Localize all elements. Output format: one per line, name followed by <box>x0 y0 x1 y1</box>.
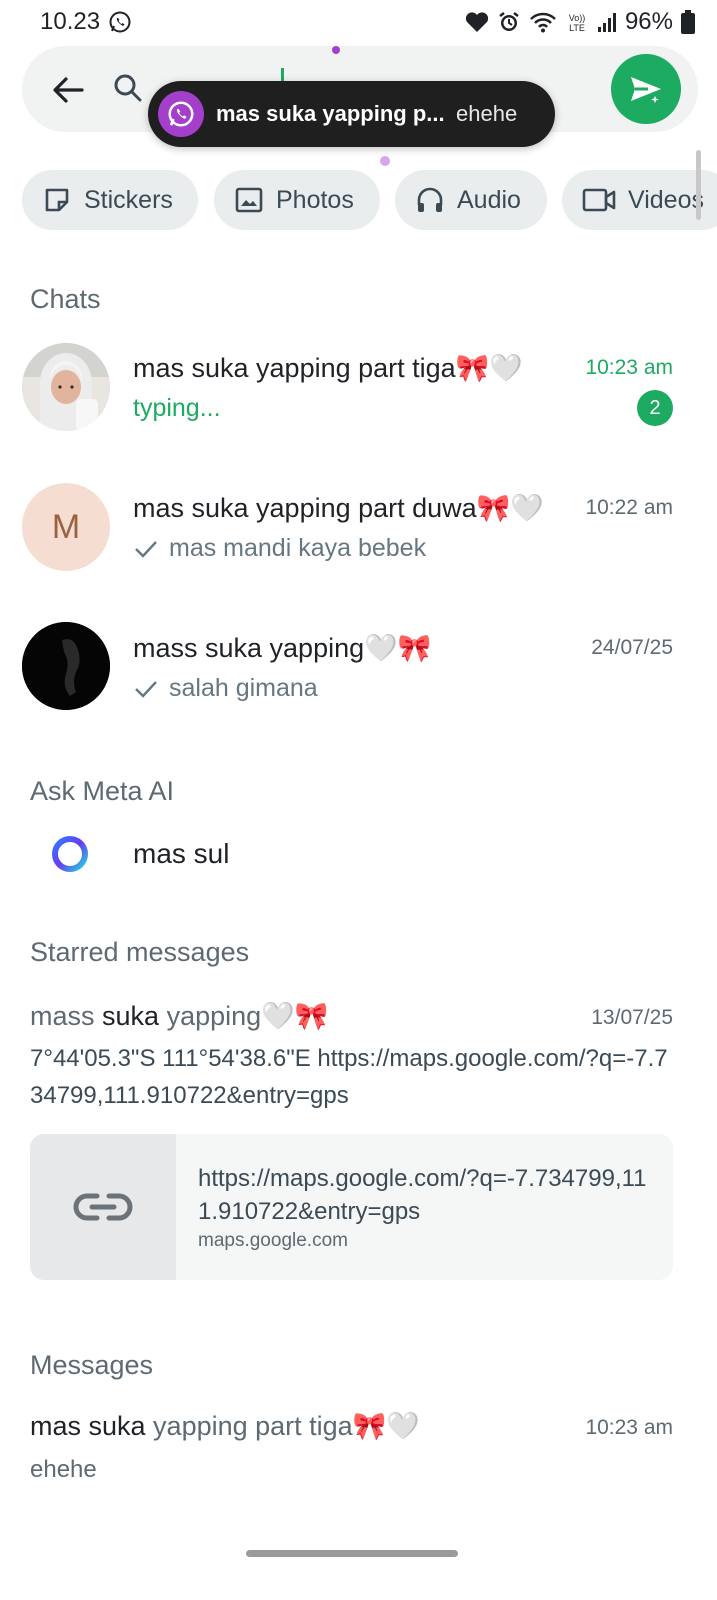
chat-name: mas suka yapping part tiga🎀🤍 <box>133 353 523 383</box>
video-icon <box>582 188 616 212</box>
link-icon <box>73 1193 133 1221</box>
chip-photos[interactable]: Photos <box>214 170 380 230</box>
status-icons: Vo)) LTE 96% <box>465 8 695 36</box>
section-header-chats: Chats <box>30 284 101 314</box>
sender-match: suka <box>102 1001 160 1031</box>
sender-part: yapping🤍🎀 <box>159 1001 329 1031</box>
message-time: 10:23 am <box>585 1416 673 1439</box>
photo-icon <box>235 187 263 213</box>
home-indicator[interactable] <box>246 1550 458 1557</box>
sender-part: mass <box>30 1001 103 1031</box>
link-url: https://maps.google.com/?q=-7.734799,111… <box>198 1165 647 1225</box>
svg-text:Vo)): Vo)) <box>569 13 586 23</box>
section-header-messages: Messages <box>30 1350 154 1380</box>
avatar <box>22 622 110 710</box>
chat-last-message: mas mandi kaya bebek <box>169 534 427 562</box>
link-thumbnail <box>30 1134 176 1280</box>
avatar-photo <box>22 622 110 710</box>
meta-ai-icon <box>52 836 88 872</box>
signal-icon <box>597 13 616 32</box>
link-domain: maps.google.com <box>198 1230 348 1251</box>
meta-ai-query: mas sul <box>133 838 230 869</box>
alarm-icon <box>499 12 519 31</box>
unread-badge: 2 <box>637 390 673 426</box>
chat-time: 10:22 am <box>585 496 673 519</box>
chip-audio[interactable]: Audio <box>395 170 547 230</box>
send-ai-button[interactable] <box>611 54 681 124</box>
chat-time: 10:23 am <box>585 356 673 379</box>
send-sparkle-icon <box>631 77 663 107</box>
chat-preview: mas mandi kaya bebek <box>133 534 426 563</box>
headphones-icon <box>417 187 443 212</box>
avatar-photo <box>22 343 110 431</box>
chat-row[interactable]: mas suka yapping part tiga🎀🤍 10:23 am ty… <box>0 340 717 450</box>
search-icon <box>114 74 142 102</box>
wifi-icon <box>530 12 556 33</box>
decor-dot <box>332 46 340 54</box>
message-chat-name[interactable]: mas suka yapping part tiga🎀🤍 <box>30 1410 420 1442</box>
chat-name: mas suka yapping part duwa🎀🤍 <box>133 493 544 523</box>
chip-label: Videos <box>628 185 704 214</box>
chip-videos[interactable]: Videos <box>562 170 717 230</box>
battery-percent: 96% <box>624 8 673 35</box>
name-match: mas suka <box>30 1411 146 1441</box>
chat-last-message: salah gimana <box>169 674 318 702</box>
chat-preview: typing... <box>133 394 221 423</box>
check-icon <box>135 540 157 558</box>
link-preview-card[interactable]: https://maps.google.com/?q=-7.734799,111… <box>30 1134 673 1280</box>
chat-preview: salah gimana <box>133 674 318 703</box>
whatsapp-icon <box>168 101 194 127</box>
chip-label: Photos <box>276 185 354 214</box>
whatsapp-status-icon <box>109 11 131 33</box>
starred-date: 13/07/25 <box>591 1006 673 1029</box>
scrollbar[interactable] <box>696 150 701 220</box>
sticker-icon <box>45 188 69 212</box>
chat-name: mass suka yapping🤍🎀 <box>133 633 432 663</box>
avatar: M <box>22 483 110 571</box>
message-toast[interactable]: mas suka yapping p... ehehe <box>148 81 555 147</box>
toast-title: mas suka yapping p... <box>216 101 445 126</box>
avatar <box>22 343 110 431</box>
typing-indicator: typing... <box>133 394 221 422</box>
avatar-letter: M <box>51 507 81 546</box>
chip-label: Stickers <box>84 185 173 214</box>
check-icon <box>135 680 157 698</box>
back-arrow-icon[interactable] <box>48 70 88 110</box>
text-cursor <box>281 68 284 82</box>
heart-icon <box>465 12 489 33</box>
toast-app-icon <box>158 91 204 137</box>
toast-message: ehehe <box>456 101 518 126</box>
volte-icon: Vo))LTE <box>569 13 586 33</box>
starred-message-text[interactable]: 7°44'05.3"S 111°54'38.6"E https://maps.g… <box>30 1040 680 1114</box>
section-header-starred: Starred messages <box>30 937 250 967</box>
chip-label: Audio <box>457 185 521 214</box>
svg-text:LTE: LTE <box>569 23 585 33</box>
battery-icon <box>681 10 695 34</box>
starred-sender[interactable]: mass suka yapping🤍🎀 <box>30 1000 328 1032</box>
chip-stickers[interactable]: Stickers <box>22 170 198 230</box>
decor-dot <box>380 156 390 166</box>
meta-ai-suggestion[interactable]: mas sul <box>0 820 717 890</box>
media-filter-chips: Stickers Photos Audio Videos <box>22 170 717 230</box>
chat-time: 24/07/25 <box>591 636 673 659</box>
status-bar: 10.23 Vo)) LTE 96% <box>0 0 717 44</box>
name-rest: yapping part tiga🎀🤍 <box>145 1411 420 1441</box>
message-text[interactable]: ehehe <box>30 1456 97 1484</box>
chat-row[interactable]: M mas suka yapping part duwa🎀🤍 10:22 am … <box>0 480 717 590</box>
status-time: 10.23 <box>40 8 101 35</box>
chat-row[interactable]: mass suka yapping🤍🎀 24/07/25 salah giman… <box>0 620 717 730</box>
section-header-meta-ai: Ask Meta AI <box>30 776 175 806</box>
